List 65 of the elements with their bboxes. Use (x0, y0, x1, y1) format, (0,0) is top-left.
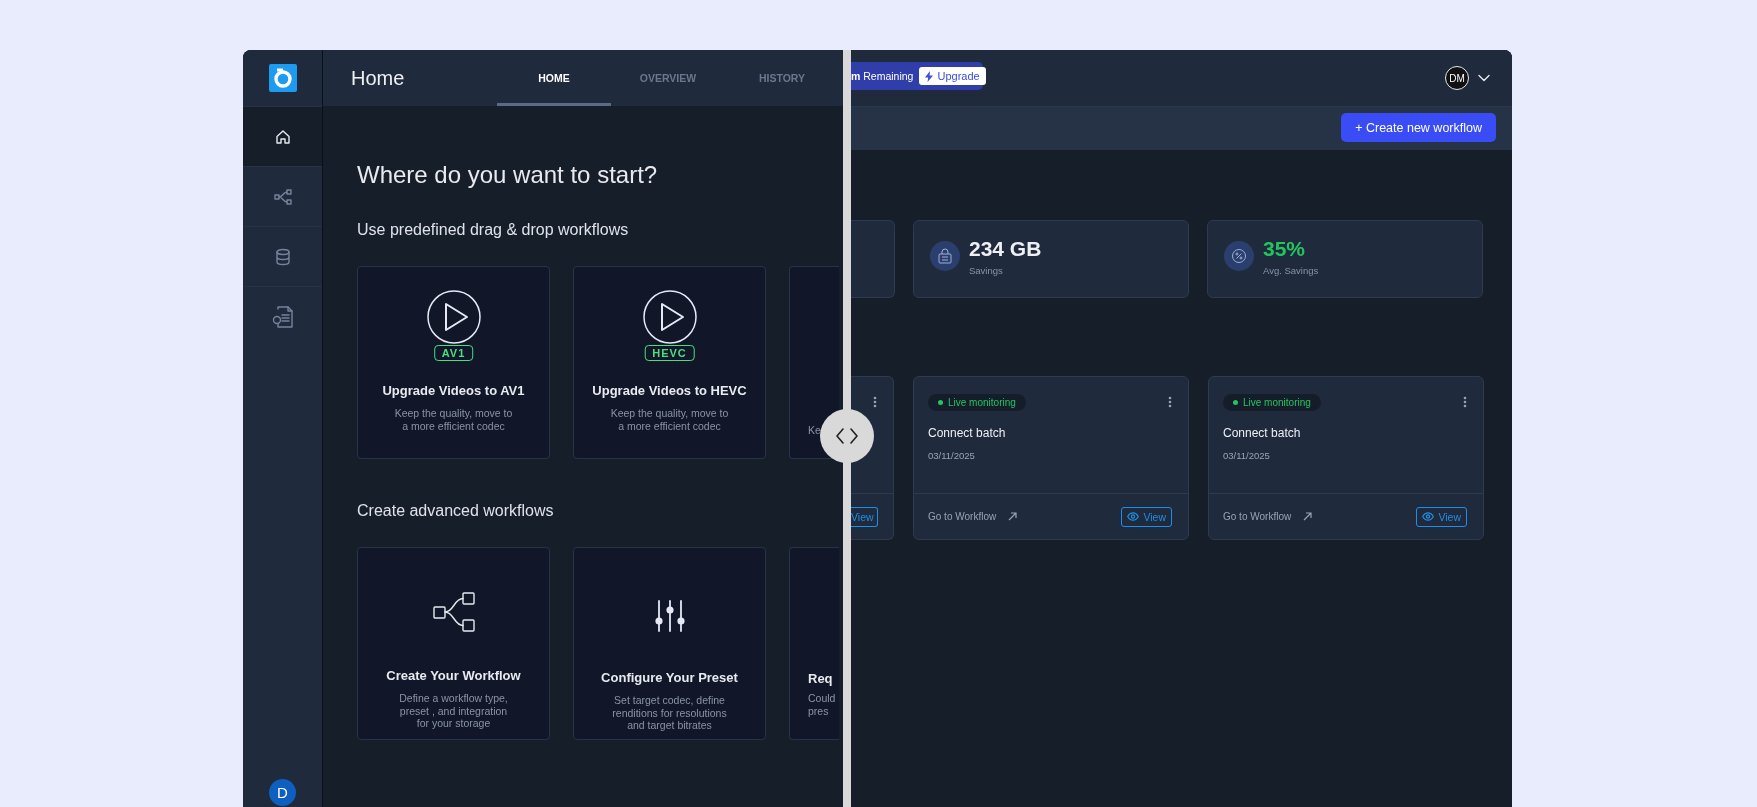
status-badge: Live monitoring (1223, 393, 1321, 411)
workflow-card[interactable]: HEVC Upgrade Videos to HEVC Keep the quality, move to a more efficient codec (573, 266, 766, 459)
home-icon (274, 128, 291, 145)
usage-text: m Remaining (851, 70, 914, 82)
sliders-icon (653, 598, 686, 634)
card-description: Keep the quality, move to a more efficient codec (610, 407, 729, 432)
view-button[interactable]: View (851, 506, 878, 527)
card-description: Set target codec, define renditions for resolutions and target bitrates (612, 694, 727, 732)
card-description: Define a workflow type, preset , and integration for your storage (399, 692, 508, 730)
nodes-icon (431, 590, 476, 634)
workflow-card[interactable]: Ke (789, 266, 839, 459)
logo-icon (268, 64, 297, 92)
kebab-menu-icon[interactable] (873, 396, 877, 408)
workflow-date: 03/11/2025 (1223, 450, 1271, 461)
arrow-up-right-icon (1303, 512, 1313, 521)
percent-icon (1224, 241, 1254, 271)
chevrons-icon (836, 428, 858, 444)
eye-icon (1127, 512, 1140, 521)
stat-value: 234 GB (969, 236, 1042, 261)
card-description: Keep the quality, move to a more efficient codec (394, 407, 513, 432)
card-description: Could pres (808, 692, 836, 717)
stat-value: 35% (1263, 236, 1307, 261)
card-description: Ke (808, 423, 821, 436)
tab[interactable]: OVERVIEW (611, 50, 725, 106)
arrow-up-right-icon (1008, 512, 1018, 521)
upgrade-button[interactable]: Upgrade (919, 67, 986, 85)
stat-label: Avg. Savings (1263, 264, 1319, 276)
chevron-down-icon[interactable] (1478, 74, 1490, 82)
workflow-card[interactable]: Req Could pres (789, 547, 839, 740)
create-button[interactable]: + Create new workflow (1341, 113, 1496, 142)
kebab-menu-icon[interactable] (1463, 396, 1467, 408)
workflow-card[interactable]: Create Your Workflow Define a workflow type, preset , and integration for your storage (357, 547, 550, 740)
tab[interactable]: HISTORY (725, 50, 839, 106)
nodes-icon (273, 187, 292, 206)
card-title: Upgrade Videos to AV1 (382, 383, 525, 398)
status-badge: Live monitoring (928, 393, 1026, 411)
bolt-icon (925, 70, 934, 82)
heading: Where do you want to start? (357, 160, 659, 190)
database-icon (274, 247, 291, 266)
section-title: Create advanced workflows (357, 501, 555, 521)
codec-badge: AV1 (433, 345, 474, 361)
card-title: Upgrade Videos to HEVC (592, 383, 747, 398)
invoice-icon (271, 304, 294, 329)
section-title: Use predefined drag & drop workflows (357, 220, 630, 240)
bag-icon (930, 241, 960, 271)
workflow-card[interactable]: AV1 Upgrade Videos to AV1 Keep the quality, move to a more efficient codec (357, 266, 550, 459)
card-title: Req (808, 671, 833, 686)
card-title: Create Your Workflow (386, 668, 521, 683)
page-title: Home (350, 65, 406, 91)
stat-label: Savings (969, 264, 1004, 276)
codec-badge: HEVC (644, 345, 695, 361)
eye-icon (1422, 512, 1435, 521)
tab[interactable]: HOME (497, 50, 611, 106)
workflow-link[interactable]: Go to Workflow (928, 511, 1018, 522)
workflow-card[interactable]: Configure Your Preset Set target codec, define renditions for resolutions and target bitrates (573, 547, 766, 740)
workflow-title: Connect batch (928, 426, 1007, 440)
user-avatar[interactable]: DM (1445, 66, 1469, 90)
view-button[interactable]: View (1121, 506, 1172, 527)
workflow-date: 03/11/2025 (928, 450, 976, 461)
workflow-link[interactable]: Go to Workflow (1223, 511, 1313, 522)
workflow-title: Connect batch (1223, 426, 1302, 440)
view-button[interactable]: View (1416, 506, 1467, 527)
card-title: Configure Your Preset (601, 670, 738, 685)
kebab-menu-icon[interactable] (1168, 396, 1172, 408)
user-avatar[interactable]: D (269, 779, 296, 806)
